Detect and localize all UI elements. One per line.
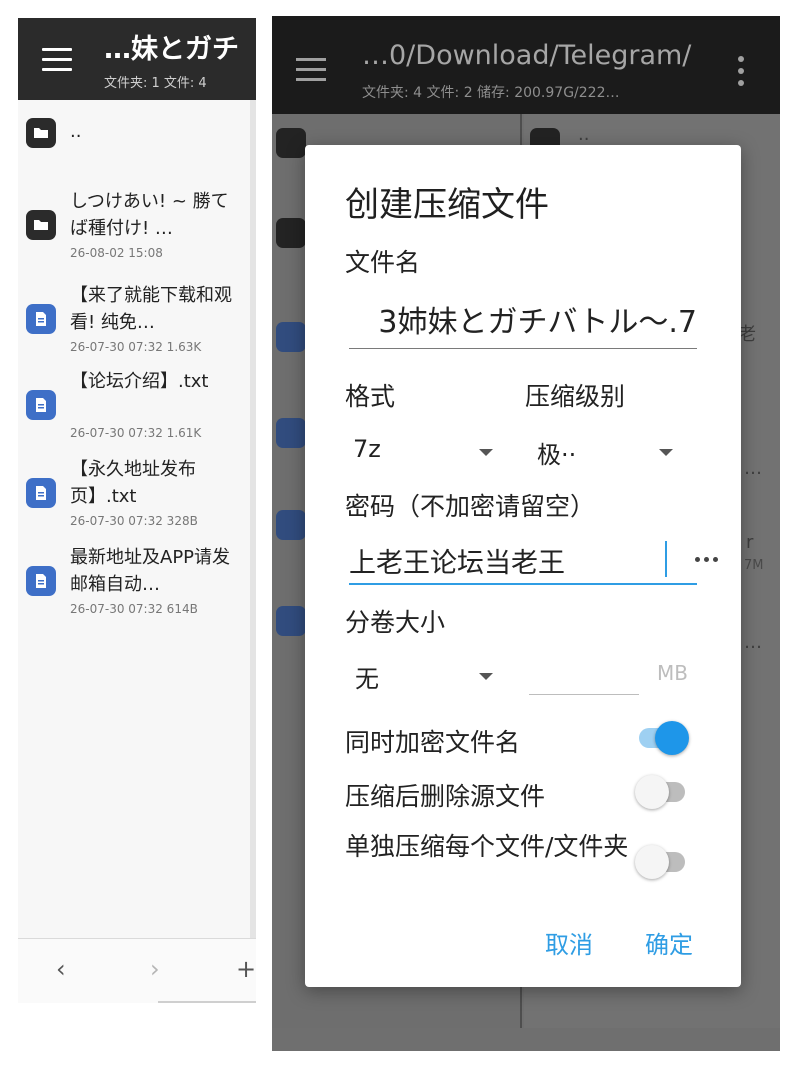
left-path-stats: 文件夹: 1 文件: 4 (104, 76, 207, 91)
split-size-unit: MB (657, 661, 688, 685)
separate-archives-label: 单独压缩每个文件/文件夹 (345, 832, 629, 861)
file-icon (276, 418, 306, 448)
list-item-file[interactable]: 【永久地址发布页】.txt 26-07-30 07:32 328B (18, 456, 250, 542)
file-icon (276, 322, 306, 352)
list-item-meta: 26-07-30 07:32 1.63K (70, 340, 202, 354)
split-size-label: 分卷大小 (345, 608, 446, 637)
menu-icon[interactable] (42, 48, 72, 72)
password-label: 密码（不加密请留空） (345, 492, 596, 521)
format-label: 格式 (345, 382, 396, 411)
dropdown-arrow-icon (659, 449, 673, 456)
format-select[interactable]: 7z (353, 429, 503, 473)
file-icon (26, 566, 56, 596)
list-item-name: .. (70, 121, 82, 142)
ok-button[interactable]: 确定 (645, 925, 693, 960)
screen: …妹とガチ 文件夹: 1 文件: 4 .. しつけあい! ~ 勝てば種付け! …… (0, 0, 800, 1067)
list-item-file[interactable]: 最新地址及APP请发邮箱自动… 26-07-30 07:32 614B (18, 544, 250, 630)
right-path-stats: 文件夹: 4 文件: 2 储存: 200.97G/222… (362, 85, 620, 101)
encrypt-filenames-label: 同时加密文件名 (345, 728, 521, 757)
file-icon (276, 510, 306, 540)
dialog-title: 创建压缩文件 (345, 185, 549, 225)
file-icon (26, 478, 56, 508)
forward-button[interactable]: › (150, 955, 160, 983)
delete-source-toggle[interactable] (635, 773, 689, 811)
split-size-value: 无 (355, 665, 379, 693)
folder-icon (26, 118, 56, 148)
left-path-title: …妹とガチ (104, 34, 239, 65)
split-size-input[interactable] (529, 649, 639, 695)
bg-label: r (746, 532, 754, 553)
dropdown-arrow-icon (479, 673, 493, 680)
filename-label: 文件名 (345, 248, 421, 277)
back-button[interactable]: ‹ (56, 955, 66, 983)
filename-input[interactable]: 3姉妹とガチバトル～.7 (349, 301, 697, 349)
list-item-file[interactable]: 【来了就能下载和观看! 纯免… 26-07-30 07:32 1.63K (18, 282, 250, 368)
list-item-name: 【永久地址发布页】.txt (70, 459, 196, 507)
format-value: 7z (353, 435, 381, 463)
list-item-file[interactable]: 【论坛介绍】.txt 26-07-30 07:32 1.61K (18, 368, 250, 454)
left-file-list: .. しつけあい! ~ 勝てば種付け! … 26-08-02 15:08 【来了… (18, 100, 250, 938)
bg-label: .. (578, 124, 590, 145)
list-item-folder[interactable]: しつけあい! ~ 勝てば種付け! … 26-08-02 15:08 (18, 188, 250, 274)
list-item-meta: 26-07-30 07:32 614B (70, 602, 198, 616)
compression-level-value: 极·· (537, 441, 577, 469)
compression-level-label: 压缩级别 (525, 382, 626, 411)
more-vert-icon[interactable] (738, 56, 744, 86)
right-path-title: …0/Download/Telegram/ (362, 40, 692, 71)
bg-label: … (744, 458, 762, 479)
file-icon (276, 606, 306, 636)
right-header: …0/Download/Telegram/ 文件夹: 4 文件: 2 储存: 2… (272, 16, 780, 114)
list-item-name: 最新地址及APP请发邮箱自动… (70, 547, 231, 595)
list-item-name: 【来了就能下载和观看! 纯免… (70, 285, 232, 333)
left-header: …妹とガチ 文件夹: 1 文件: 4 (18, 18, 256, 100)
list-item-meta: 26-08-02 15:08 (70, 246, 163, 260)
password-input[interactable]: 上老王论坛当老王 (349, 533, 718, 585)
bg-label: … (744, 632, 762, 653)
bottom-indicator (158, 1001, 256, 1003)
show-password-icon[interactable] (695, 557, 719, 563)
encrypt-filenames-toggle[interactable] (635, 719, 689, 757)
folder-icon (26, 210, 56, 240)
left-scrollbar[interactable] (250, 100, 256, 938)
left-bottom-nav: ‹ › + (18, 938, 256, 1003)
menu-icon[interactable] (296, 58, 326, 82)
left-file-pane: …妹とガチ 文件夹: 1 文件: 4 .. しつけあい! ~ 勝てば種付け! …… (18, 18, 256, 1003)
folder-icon (276, 218, 306, 248)
folder-icon (276, 128, 306, 158)
list-item-name: しつけあい! ~ 勝てば種付け! … (70, 191, 229, 239)
add-button[interactable]: + (236, 955, 256, 983)
list-item-name: 【论坛介绍】.txt (70, 371, 209, 392)
file-icon (26, 390, 56, 420)
list-item-parent[interactable]: .. (18, 114, 250, 154)
dropdown-arrow-icon (479, 449, 493, 456)
split-size-select[interactable]: 无 (355, 653, 505, 697)
delete-source-label: 压缩后删除源文件 (345, 782, 546, 811)
list-item-meta: 26-07-30 07:32 1.61K (70, 426, 202, 440)
compression-level-select[interactable]: 极·· (537, 429, 687, 473)
text-cursor (665, 541, 667, 577)
password-value: 上老王论坛当老王 (349, 548, 565, 579)
create-archive-dialog: 创建压缩文件 文件名 3姉妹とガチバトル～.7 格式 压缩级别 7z 极·· 密… (305, 145, 741, 987)
cancel-button[interactable]: 取消 (545, 925, 593, 960)
separate-archives-toggle[interactable] (635, 843, 689, 881)
list-item-meta: 26-07-30 07:32 328B (70, 514, 198, 528)
file-icon (26, 304, 56, 334)
bg-label: 7M (744, 558, 764, 573)
